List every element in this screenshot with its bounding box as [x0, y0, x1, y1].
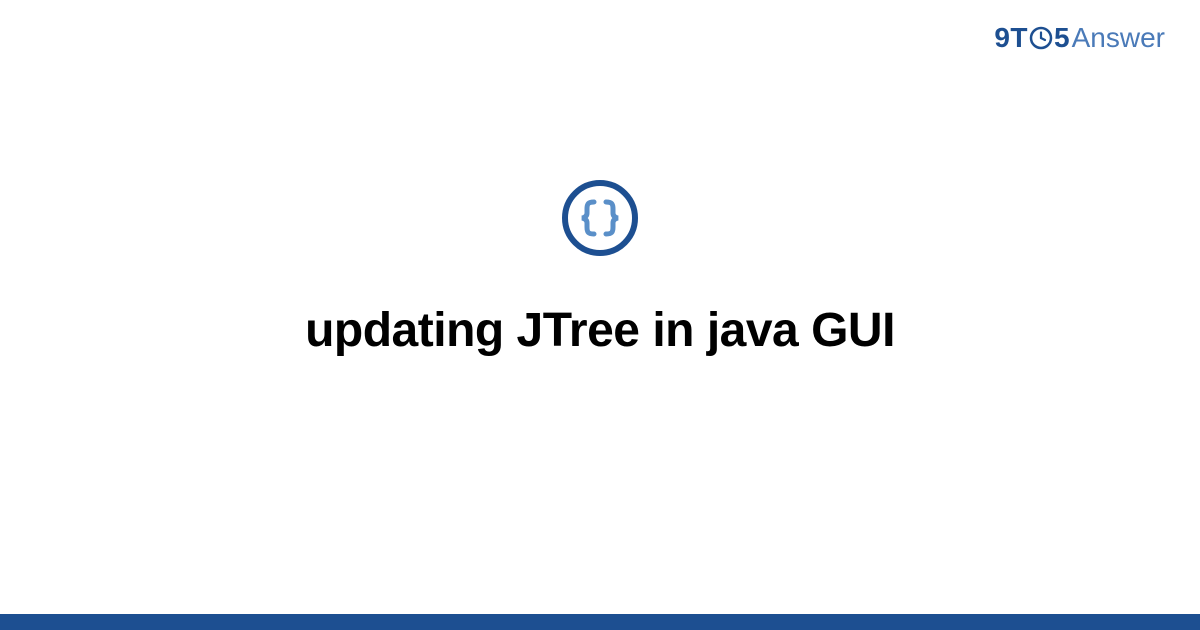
footer-accent-bar — [0, 614, 1200, 630]
braces-icon — [560, 178, 640, 263]
page-title: updating JTree in java GUI — [305, 303, 895, 358]
main-content: updating JTree in java GUI — [0, 0, 1200, 630]
